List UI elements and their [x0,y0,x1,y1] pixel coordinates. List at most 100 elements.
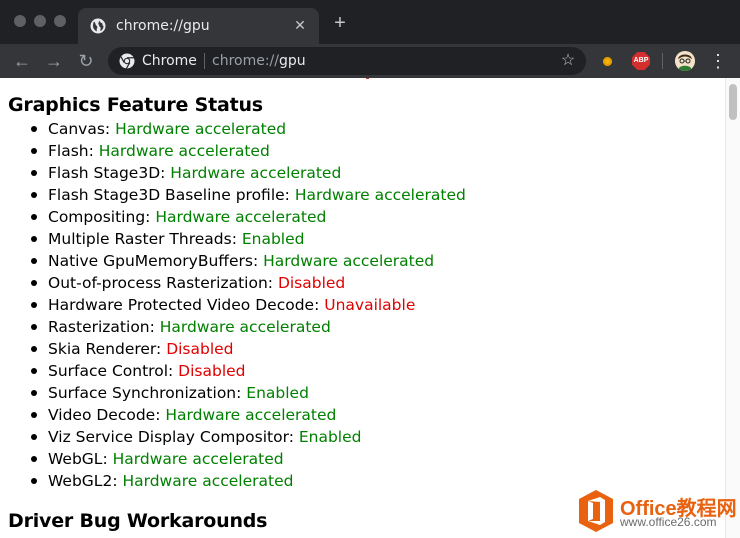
feature-name: Out-of-process Rasterization [48,274,268,292]
feature-status: Hardware accelerated [98,142,270,160]
feature-status: Enabled [246,384,309,402]
feature-name: Flash Stage3D Baseline profile [48,186,285,204]
feature-status: Hardware accelerated [122,472,294,490]
tab-title: chrome://gpu [116,18,210,34]
feature-item: Flash: Hardware accelerated [0,140,466,162]
tab-close-icon[interactable]: ✕ [291,16,309,34]
graphics-feature-status-heading: Graphics Feature Status [8,94,263,116]
feature-name: Surface Control [48,362,169,380]
bullet-icon [31,434,37,440]
feature-status: Hardware accelerated [155,208,327,226]
feature-name: Surface Synchronization [48,384,237,402]
site-watermark: Office教程网 www.office26.com [576,489,738,535]
bullet-icon [31,126,37,132]
bullet-icon [31,346,37,352]
browser-titlebar: chrome://gpu ✕ + [0,0,740,44]
clipped-text-remnant [366,78,369,79]
feature-name: Multiple Raster Threads [48,230,232,248]
feature-name: Native GpuMemoryBuffers [48,252,253,270]
feature-status: Enabled [241,230,305,248]
bullet-icon [31,390,37,396]
scrollbar-thumb[interactable] [729,84,737,120]
reload-icon[interactable]: ↻ [76,51,96,71]
avatar-face-icon [675,51,695,71]
bullet-icon [31,192,37,198]
feature-name: Skia Renderer [48,340,157,358]
feature-item: Hardware Protected Video Decode: Unavail… [0,294,466,316]
bullet-icon [31,258,37,264]
browser-toolbar: ← → ↻ Chrome chrome://gpu ☆ ABP ⋮ [0,44,740,78]
feature-item: Compositing: Hardware accelerated [0,206,466,228]
feature-name: Flash [48,142,89,160]
bullet-icon [31,280,37,286]
feature-status: Disabled [277,274,346,292]
url-host: gpu [279,53,306,69]
window-maximize-button[interactable] [54,15,66,27]
kebab-menu-icon[interactable]: ⋮ [709,51,727,71]
feature-status: Hardware accelerated [263,252,435,270]
feature-item: Surface Control: Disabled [0,360,466,382]
feature-item: Out-of-process Rasterization: Disabled [0,272,466,294]
feature-name: WebGL [48,450,103,468]
bullet-icon [31,412,37,418]
url-scheme: chrome:// [212,53,279,69]
bullet-icon [31,478,37,484]
bullet-icon [31,236,37,242]
globe-icon [90,18,106,34]
feature-item: Multiple Raster Threads: Enabled [0,228,466,250]
star-icon[interactable]: ☆ [558,51,578,71]
omnibox-divider [204,53,205,69]
feature-status: Hardware accelerated [165,406,337,424]
feature-name: Rasterization [48,318,150,336]
feature-name: Canvas [48,120,105,138]
feature-status: Hardware accelerated [115,120,287,138]
feature-name: Video Decode [48,406,156,424]
extension-dot-icon[interactable] [603,57,612,66]
feature-status: Disabled [178,362,246,380]
url-text[interactable]: chrome://gpu [212,53,306,69]
toolbar-divider [662,53,663,69]
new-tab-button[interactable]: + [330,13,350,33]
feature-item: Viz Service Display Compositor: Enabled [0,426,466,448]
page-scrollbar[interactable] [725,78,740,538]
feature-name: Viz Service Display Compositor [48,428,289,446]
feature-name: WebGL2 [48,472,113,490]
feature-status: Enabled [298,428,362,446]
driver-bug-workarounds-heading: Driver Bug Workarounds [8,510,268,532]
office-logo-icon [579,490,613,532]
profile-avatar-icon[interactable] [675,51,695,71]
feature-item: WebGL2: Hardware accelerated [0,470,466,492]
bullet-icon [31,456,37,462]
feature-item: Video Decode: Hardware accelerated [0,404,466,426]
feature-item: Rasterization: Hardware accelerated [0,316,466,338]
browser-tab-gpu[interactable]: chrome://gpu ✕ [78,8,319,44]
feature-status: Hardware accelerated [159,318,331,336]
feature-name: Compositing [48,208,146,226]
bullet-icon [31,170,37,176]
feature-item: Flash Stage3D: Hardware accelerated [0,162,466,184]
window-close-button[interactable] [14,15,26,27]
address-bar[interactable]: Chrome chrome://gpu ☆ [108,47,586,75]
window-minimize-button[interactable] [34,15,46,27]
feature-item: Canvas: Hardware accelerated [0,118,466,140]
feature-item: Skia Renderer: Disabled [0,338,466,360]
bullet-icon [31,148,37,154]
feature-item: WebGL: Hardware accelerated [0,448,466,470]
chrome-logo-icon [119,53,135,69]
feature-item: Native GpuMemoryBuffers: Hardware accele… [0,250,466,272]
feature-status: Disabled [166,340,234,358]
secure-chip-label: Chrome [142,53,197,69]
feature-item: Surface Synchronization: Enabled [0,382,466,404]
feature-status: Hardware accelerated [170,164,342,182]
page-viewport: Graphics Feature Status Canvas: Hardware… [0,78,725,538]
back-arrow-icon[interactable]: ← [12,51,32,71]
adblock-plus-icon[interactable]: ABP [632,52,650,70]
feature-status: Hardware accelerated [112,450,284,468]
feature-name: Flash Stage3D [48,164,161,182]
forward-arrow-icon[interactable]: → [44,51,64,71]
feature-status: Unavailable [324,296,416,314]
bullet-icon [31,214,37,220]
watermark-url: www.office26.com [620,515,717,529]
feature-status: Hardware accelerated [294,186,466,204]
feature-status-list: Canvas: Hardware accelerated Flash: Hardw… [0,118,466,492]
